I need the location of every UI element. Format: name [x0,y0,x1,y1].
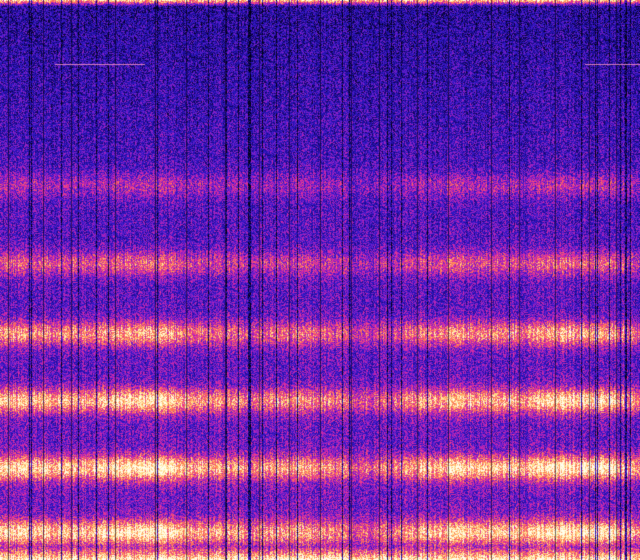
spectrogram-canvas [0,0,640,560]
spectrogram-image [0,0,640,560]
